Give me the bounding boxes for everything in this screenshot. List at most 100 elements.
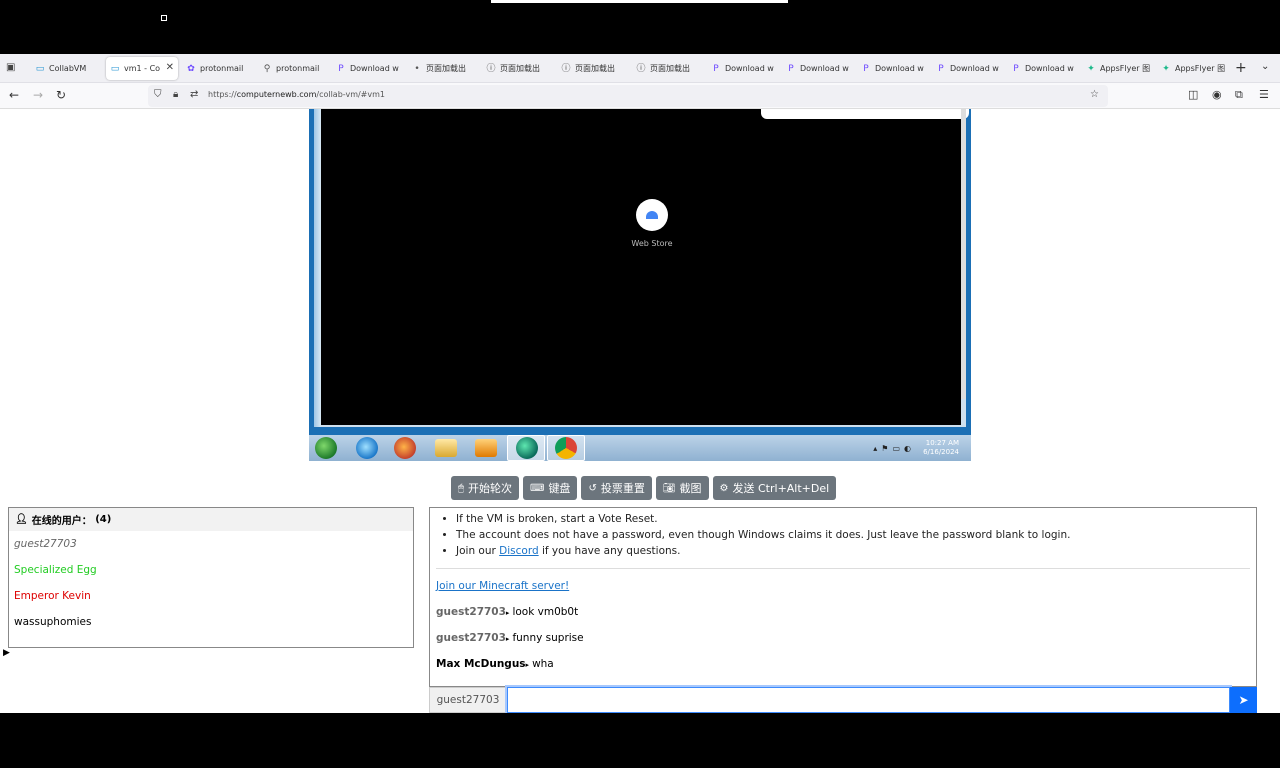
- tab-download-5[interactable]: P Download w: [932, 57, 1004, 80]
- vm-scrollbar[interactable]: [961, 109, 966, 399]
- top-letterbox: [0, 0, 1280, 54]
- rule-item: Join our Discord if you have any questio…: [456, 543, 1070, 559]
- user-item[interactable]: wassuphomies: [9, 609, 413, 635]
- tab-vm1[interactable]: ▭ vm1 - Co ✕: [106, 57, 178, 80]
- camera-icon: 📷︎: [662, 482, 676, 494]
- tab-appsflyer-2[interactable]: ✦ AppsFlyer 图: [1157, 57, 1227, 80]
- system-tray-icons[interactable]: ▴⚑▭◐: [873, 444, 915, 453]
- shield-icon[interactable]: ⛉: [154, 89, 162, 100]
- screenshot-button[interactable]: 📷︎ 截图: [655, 476, 709, 500]
- nav-bar: ← → ↻ ⛉ 🔒︎ ⇄ https://computernewb.com/co…: [0, 83, 1280, 109]
- info-icon: ⓘ: [636, 63, 646, 74]
- minecraft-server-link[interactable]: Join our Minecraft server!: [436, 580, 569, 592]
- keyboard-icon: ⌨: [530, 482, 545, 494]
- p-icon: P: [1013, 63, 1019, 74]
- chat-username: guest27703: [436, 606, 506, 618]
- keyboard-button[interactable]: ⌨ 键盘: [523, 476, 578, 500]
- dot-icon: •: [414, 63, 420, 74]
- tab-list-icon[interactable]: ▣: [6, 62, 18, 74]
- arrow-icon: ▸: [525, 661, 530, 669]
- tab-download-6[interactable]: P Download w: [1007, 57, 1079, 80]
- chat-username-label[interactable]: guest27703: [429, 687, 507, 713]
- edge-icon[interactable]: [516, 437, 538, 459]
- arrow-icon: ▸: [505, 609, 510, 617]
- url-bar[interactable]: ⛉ 🔒︎ ⇄ https://computernewb.com/collab-v…: [148, 85, 1108, 107]
- firefox-icon[interactable]: [394, 437, 416, 459]
- vm-window-border: [314, 109, 321, 427]
- chrome-icon[interactable]: [555, 437, 577, 459]
- vm-popup: [761, 109, 969, 119]
- vm-taskbar: ▴⚑▭◐ 10:27 AM 6/16/2024: [309, 435, 971, 461]
- tab-collabvm[interactable]: ▭ CollabVM: [31, 57, 103, 80]
- tab-download-1[interactable]: P Download w: [332, 57, 404, 80]
- pocket-icon[interactable]: ◫: [1188, 88, 1198, 102]
- internet-explorer-icon[interactable]: [356, 437, 378, 459]
- chat-panel[interactable]: If the VM is broken, start a Vote Reset.…: [429, 507, 1257, 687]
- url-host: computernewb.com: [236, 90, 317, 99]
- tab-protonmail-1[interactable]: ✿ protonmail: [182, 57, 254, 80]
- menu-icon[interactable]: ☰: [1259, 88, 1269, 102]
- permissions-icon[interactable]: ⇄: [190, 89, 198, 100]
- start-button-icon[interactable]: [315, 437, 337, 459]
- search-icon: ⚲: [263, 63, 271, 74]
- chat-message: guest27703▸ look vm0b0t: [436, 606, 579, 618]
- user-item[interactable]: Emperor Kevin: [9, 583, 413, 609]
- chat-message: Max McDungus▸ wha: [436, 658, 554, 670]
- tab-download-2[interactable]: P Download w: [707, 57, 779, 80]
- p-icon: P: [788, 63, 794, 74]
- tab-page-load-2[interactable]: ⓘ 页面加载出: [482, 57, 554, 80]
- tab-download-3[interactable]: P Download w: [782, 57, 854, 80]
- chat-input[interactable]: [505, 685, 1232, 713]
- new-tab-icon[interactable]: +: [1235, 60, 1247, 76]
- discord-link[interactable]: Discord: [499, 545, 538, 557]
- tab-protonmail-2[interactable]: ⚲ protonmail: [258, 57, 330, 80]
- chat-username: guest27703: [436, 632, 506, 644]
- vm-display[interactable]: Web Store ▴⚑▭◐ 10:27 AM 6/16/2024: [309, 109, 971, 461]
- user-icon: 👤︎: [15, 514, 28, 525]
- extensions-icon[interactable]: ⧉: [1235, 88, 1243, 102]
- chat-divider: [436, 568, 1250, 569]
- info-icon: ⓘ: [486, 63, 496, 74]
- file-explorer-icon[interactable]: [435, 439, 457, 457]
- take-turn-button[interactable]: 🖱︎ 开始轮次: [451, 476, 519, 500]
- monitor-icon: ▭: [35, 63, 45, 74]
- webstore-label[interactable]: Web Store: [617, 239, 687, 248]
- webstore-icon[interactable]: [636, 199, 668, 231]
- user-item[interactable]: guest27703: [9, 531, 413, 557]
- lock-icon[interactable]: 🔒︎: [173, 89, 178, 100]
- tab-appsflyer-1[interactable]: ✦ AppsFlyer 图: [1082, 57, 1154, 80]
- vm-controls: 🖱︎ 开始轮次 ⌨ 键盘 ↺ 投票重置 📷︎ 截图 ⚙ 发送 Ctrl+Alt+Del: [451, 476, 837, 500]
- browser-window: ▣ ▭ CollabVM ▭ vm1 - Co ✕ ✿ protonmail ⚲…: [0, 54, 1280, 713]
- media-player-icon[interactable]: [475, 439, 497, 457]
- bookmark-star-icon[interactable]: ☆: [1090, 89, 1099, 100]
- taskbar-clock[interactable]: 10:27 AM 6/16/2024: [923, 439, 959, 457]
- page-content: Web Store ▴⚑▭◐ 10:27 AM 6/16/2024 🖱︎ 开始轮…: [0, 109, 1280, 713]
- tab-strip: ▣ ▭ CollabVM ▭ vm1 - Co ✕ ✿ protonmail ⚲…: [0, 54, 1280, 83]
- chat-message: guest27703▸ funny suprise: [436, 632, 584, 644]
- forward-icon[interactable]: →: [33, 88, 43, 102]
- reload-icon[interactable]: ↻: [56, 88, 66, 102]
- vote-reset-button[interactable]: ↺ 投票重置: [581, 476, 652, 500]
- tab-page-load-3[interactable]: ⓘ 页面加载出: [557, 57, 629, 80]
- user-item[interactable]: Specialized Egg: [9, 557, 413, 583]
- rules-list: If the VM is broken, start a Vote Reset.…: [446, 511, 1070, 559]
- appsflyer-icon: ✦: [1087, 63, 1095, 74]
- tab-page-load-4[interactable]: ⓘ 页面加载出: [632, 57, 704, 80]
- chevron-down-icon[interactable]: ⌄: [1261, 61, 1269, 72]
- arrow-icon: ▸: [505, 635, 510, 643]
- online-users-panel: 👤︎ 在线的用户： (4) guest27703 Specialized Egg…: [8, 507, 414, 648]
- monitor-icon: ▭: [110, 63, 120, 74]
- bottom-letterbox: [0, 713, 1280, 768]
- vm-browser-viewport[interactable]: Web Store: [321, 109, 969, 425]
- chat-input-row: guest27703 ➤: [429, 685, 1257, 713]
- account-icon[interactable]: ◉: [1212, 88, 1222, 102]
- send-icon[interactable]: ➤: [1230, 687, 1257, 713]
- chat-username: Max McDungus: [436, 658, 526, 670]
- tab-page-load-1[interactable]: • 页面加载出: [408, 57, 480, 80]
- tab-download-4[interactable]: P Download w: [857, 57, 929, 80]
- back-icon[interactable]: ←: [9, 88, 19, 102]
- url-text[interactable]: https://computernewb.com/collab-vm/#vm1: [208, 90, 385, 99]
- ctrl-alt-del-button[interactable]: ⚙ 发送 Ctrl+Alt+Del: [712, 476, 837, 500]
- close-icon[interactable]: ✕: [166, 62, 174, 73]
- mouse-cursor-icon: ▶: [3, 648, 10, 658]
